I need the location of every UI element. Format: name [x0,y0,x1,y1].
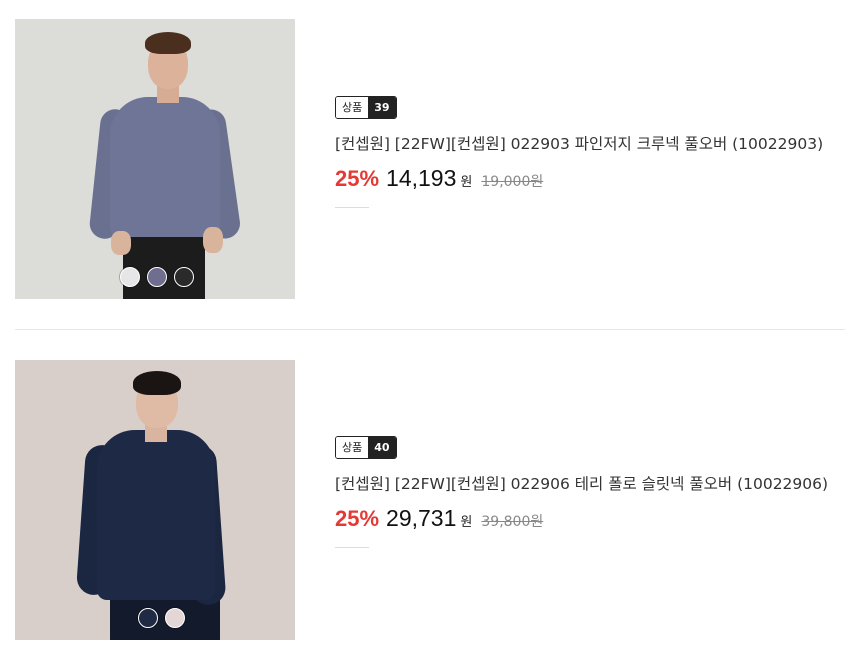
product-info: 상품 39 [컨셉원] [22FW][컨셉원] 022903 파인저지 크루넥 … [335,96,823,208]
original-price: 39,800원 [481,514,544,530]
badge-label: 상품 [336,437,369,458]
product-badge: 상품 39 [335,96,397,119]
product-image[interactable] [15,19,295,299]
color-swatch[interactable] [174,267,194,287]
product-card: 상품 39 [컨셉원] [22FW][컨셉원] 022903 파인저지 크루넥 … [0,0,845,330]
sale-price: 14,193 [386,165,457,191]
price-row: 25% 29,731 원 39,800원 [335,505,828,532]
model-sweater [110,97,220,237]
color-swatch[interactable] [138,608,158,628]
discount-rate: 25% [335,506,380,531]
model-hand [111,231,131,255]
product-image[interactable] [15,360,295,640]
product-info: 상품 40 [컨셉원] [22FW][컨셉원] 022906 테리 폴로 슬릿넥… [335,436,828,548]
original-price: 19,000원 [481,174,544,190]
divider-short [335,547,369,548]
currency-unit: 원 [460,175,473,190]
currency-unit: 원 [460,515,473,530]
model-hair [145,32,191,54]
product-title[interactable]: [컨셉원] [22FW][컨셉원] 022906 테리 폴로 슬릿넥 풀오버 (… [335,472,828,494]
badge-number: 40 [368,437,396,458]
model-polo [97,430,215,600]
discount-rate: 25% [335,166,380,191]
color-swatches [120,267,194,287]
product-title[interactable]: [컨셉원] [22FW][컨셉원] 022903 파인저지 크루넥 풀오버 (1… [335,132,823,154]
divider-short [335,207,369,208]
color-swatch[interactable] [120,267,140,287]
model-hair [133,371,181,395]
product-card: 상품 40 [컨셉원] [22FW][컨셉원] 022906 테리 폴로 슬릿넥… [0,341,845,655]
sale-price: 29,731 [386,505,457,531]
model-hand [203,227,223,253]
badge-number: 39 [368,97,396,118]
product-badge: 상품 40 [335,436,397,459]
product-divider [15,329,845,330]
color-swatch[interactable] [147,267,167,287]
color-swatches [138,608,185,628]
price-row: 25% 14,193 원 19,000원 [335,165,823,192]
color-swatch[interactable] [165,608,185,628]
badge-label: 상품 [336,97,369,118]
